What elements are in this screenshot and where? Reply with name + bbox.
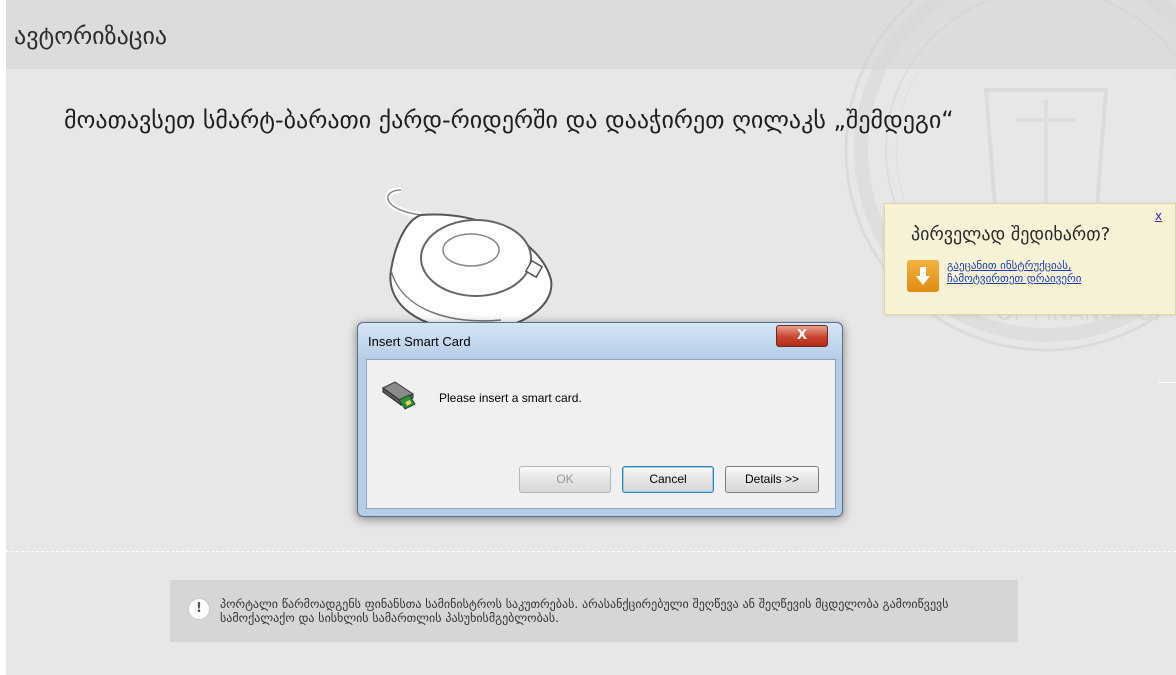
dialog-titlebar[interactable]: Insert Smart Card X xyxy=(358,323,842,357)
smart-card-reader-icon xyxy=(382,381,416,410)
instructions-driver-link[interactable]: გაეცანით ინსტრუქციას, ჩამოტვირთეთ დრაივე… xyxy=(947,259,1147,285)
ok-button[interactable]: OK xyxy=(519,466,611,493)
page: ავტორიზაცია OF FINANCE OF მოათავსეთ სმარ… xyxy=(6,0,1176,675)
first-visit-help-box: პირველად შედიხართ? x გაეცანით ინსტრუქცია… xyxy=(884,203,1176,315)
legal-notice: ! პორტალი წარმოადგენს ფინანსთა სამინისტრ… xyxy=(170,580,1018,642)
dialog-body: Please insert a smart card. OK Cancel De… xyxy=(366,359,836,509)
insert-smart-card-dialog: Insert Smart Card X Please insert a smar… xyxy=(357,322,843,517)
notice-text: პორტალი წარმოადგენს ფინანსთა სამინისტროს… xyxy=(220,597,949,625)
download-icon[interactable] xyxy=(907,260,939,292)
dialog-message: Please insert a smart card. xyxy=(439,391,582,405)
dashed-divider xyxy=(6,551,1176,552)
cancel-button[interactable]: Cancel xyxy=(622,466,714,493)
down-arrow-icon xyxy=(916,267,930,285)
exclamation-icon: ! xyxy=(188,598,210,620)
help-title: პირველად შედიხართ? xyxy=(911,224,1111,245)
dialog-title: Insert Smart Card xyxy=(368,334,471,349)
dialog-close-button[interactable]: X xyxy=(776,325,828,347)
instruction-text: მოათავსეთ სმარტ-ბარათი ქარდ-რიდერში და დ… xyxy=(64,106,954,134)
help-close-link[interactable]: x xyxy=(1155,209,1162,223)
details-button[interactable]: Details >> xyxy=(725,466,819,493)
divider-stub xyxy=(1158,382,1176,383)
card-reader-illustration xyxy=(384,187,553,332)
page-title: ავტორიზაცია xyxy=(14,22,168,50)
